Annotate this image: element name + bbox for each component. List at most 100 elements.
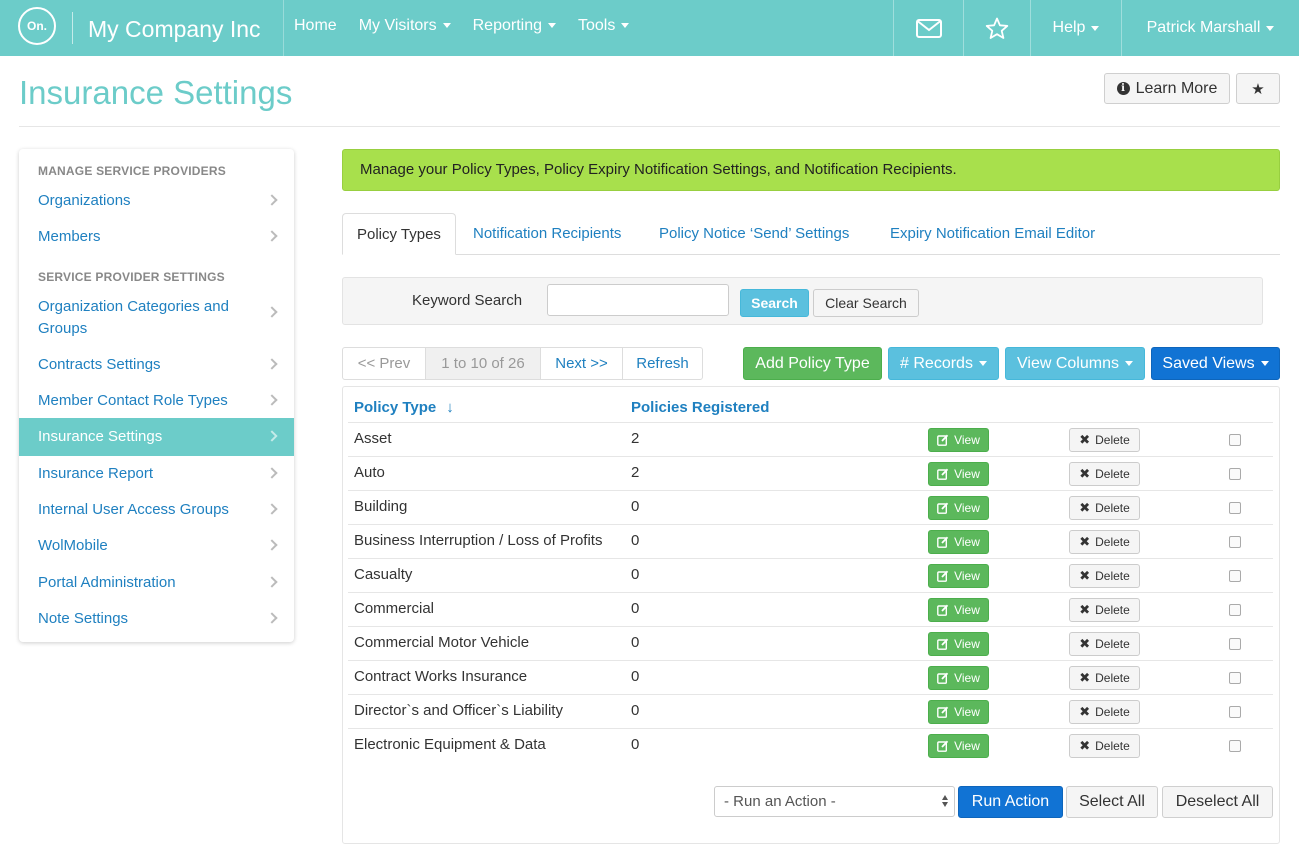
sidebar-item-label: Contracts Settings bbox=[38, 356, 161, 373]
row-select-checkbox[interactable] bbox=[1229, 468, 1241, 480]
column-header-policies-registered[interactable]: Policies Registered bbox=[631, 399, 769, 416]
view-button[interactable]: View bbox=[928, 632, 989, 656]
caret-down-icon bbox=[978, 361, 987, 367]
tab-policy-notice-send-settings[interactable]: Policy Notice ‘Send’ Settings bbox=[659, 213, 849, 255]
mail-button[interactable] bbox=[893, 0, 963, 56]
delete-button[interactable]: ✖ Delete bbox=[1069, 632, 1140, 656]
view-button[interactable]: View bbox=[928, 666, 989, 690]
delete-button[interactable]: ✖ Delete bbox=[1069, 428, 1140, 452]
sidebar-item-note-settings[interactable]: Note Settings bbox=[19, 608, 294, 630]
nav-my-visitors[interactable]: My Visitors bbox=[348, 0, 462, 56]
delete-button[interactable]: ✖ Delete bbox=[1069, 598, 1140, 622]
help-menu[interactable]: Help bbox=[1030, 0, 1121, 56]
close-x-icon: ✖ bbox=[1079, 500, 1091, 515]
refresh-button[interactable]: Refresh bbox=[622, 348, 702, 379]
view-button[interactable]: View bbox=[928, 462, 989, 486]
view-button[interactable]: View bbox=[928, 496, 989, 520]
view-button[interactable]: View bbox=[928, 530, 989, 554]
row-select-checkbox[interactable] bbox=[1229, 434, 1241, 446]
row-select-checkbox[interactable] bbox=[1229, 740, 1241, 752]
column-header-policy-type[interactable]: Policy Type ↓ bbox=[354, 399, 454, 416]
edit-icon bbox=[937, 740, 949, 752]
view-button[interactable]: View bbox=[928, 564, 989, 588]
delete-button[interactable]: ✖ Delete bbox=[1069, 530, 1140, 554]
sidebar-heading-manage: MANAGE SERVICE PROVIDERS bbox=[38, 164, 226, 178]
edit-icon bbox=[937, 570, 949, 582]
policy-type-name: Commercial Motor Vehicle bbox=[354, 634, 530, 651]
saved-views-dropdown[interactable]: Saved Views bbox=[1151, 347, 1280, 380]
row-select-checkbox[interactable] bbox=[1229, 638, 1241, 650]
records-label: # Records bbox=[900, 355, 973, 372]
help-label: Help bbox=[1052, 19, 1086, 36]
run-action-button[interactable]: Run Action bbox=[958, 786, 1063, 818]
delete-button[interactable]: ✖ Delete bbox=[1069, 496, 1140, 520]
chevron-right-icon bbox=[266, 358, 278, 370]
bookmark-star-button[interactable]: ★ bbox=[1236, 73, 1280, 104]
nav-home[interactable]: Home bbox=[283, 0, 348, 56]
view-label: View bbox=[954, 671, 980, 685]
view-button[interactable]: View bbox=[928, 700, 989, 724]
brand-name[interactable]: My Company Inc bbox=[88, 14, 261, 44]
delete-label: Delete bbox=[1095, 433, 1130, 447]
main-menu: Home My Visitors Reporting Tools bbox=[283, 0, 640, 56]
policy-type-name: Commercial bbox=[354, 600, 435, 617]
tab-policy-types[interactable]: Policy Types bbox=[342, 213, 456, 255]
user-menu[interactable]: Patrick Marshall bbox=[1121, 0, 1299, 56]
learn-more-label: Learn More bbox=[1135, 79, 1218, 97]
delete-button[interactable]: ✖ Delete bbox=[1069, 666, 1140, 690]
next-page-button[interactable]: Next >> bbox=[540, 348, 622, 379]
sidebar-item-label: Internal User Access Groups bbox=[38, 501, 229, 518]
sidebar-item-org-categories[interactable]: Organization Categories and Groups bbox=[19, 296, 294, 340]
view-columns-dropdown[interactable]: View Columns bbox=[1005, 347, 1145, 380]
nav-tools[interactable]: Tools bbox=[567, 0, 640, 56]
favorites-button[interactable] bbox=[963, 0, 1030, 56]
row-select-checkbox[interactable] bbox=[1229, 502, 1241, 514]
deselect-all-button[interactable]: Deselect All bbox=[1162, 786, 1273, 818]
row-select-checkbox[interactable] bbox=[1229, 672, 1241, 684]
row-select-checkbox[interactable] bbox=[1229, 536, 1241, 548]
view-button[interactable]: View bbox=[928, 428, 989, 452]
delete-button[interactable]: ✖ Delete bbox=[1069, 734, 1140, 758]
prev-page-button[interactable]: << Prev bbox=[343, 348, 425, 379]
select-all-button[interactable]: Select All bbox=[1066, 786, 1158, 818]
policies-registered-count: 2 bbox=[631, 464, 640, 481]
learn-more-button[interactable]: i Learn More bbox=[1104, 73, 1230, 104]
records-per-page-dropdown[interactable]: # Records bbox=[888, 347, 999, 380]
sidebar-item-contracts-settings[interactable]: Contracts Settings bbox=[19, 354, 294, 376]
row-select-checkbox[interactable] bbox=[1229, 604, 1241, 616]
table-row: Asset 2 View ✖ Delete bbox=[348, 422, 1273, 456]
search-button[interactable]: Search bbox=[740, 289, 809, 317]
delete-label: Delete bbox=[1095, 467, 1130, 481]
chevron-right-icon bbox=[266, 430, 278, 442]
sidebar-item-insurance-settings[interactable]: Insurance Settings bbox=[19, 418, 294, 456]
company-logo[interactable]: On. bbox=[18, 7, 56, 45]
delete-button[interactable]: ✖ Delete bbox=[1069, 700, 1140, 724]
nav-reporting[interactable]: Reporting bbox=[462, 0, 567, 56]
sidebar-item-portal-admin[interactable]: Portal Administration bbox=[19, 572, 294, 594]
run-action-select[interactable]: - Run an Action - bbox=[714, 786, 955, 817]
add-policy-type-button[interactable]: Add Policy Type bbox=[743, 347, 882, 380]
keyword-search-label: Keyword Search bbox=[412, 292, 523, 309]
sidebar-item-organizations[interactable]: Organizations bbox=[19, 190, 294, 212]
tab-expiry-email-editor[interactable]: Expiry Notification Email Editor bbox=[890, 213, 1095, 255]
tab-notification-recipients[interactable]: Notification Recipients bbox=[473, 213, 621, 255]
row-select-checkbox[interactable] bbox=[1229, 570, 1241, 582]
sidebar-item-wolmobile[interactable]: WolMobile bbox=[19, 535, 294, 557]
sidebar-item-members[interactable]: Members bbox=[19, 226, 294, 248]
view-button[interactable]: View bbox=[928, 734, 989, 758]
keyword-search-input[interactable] bbox=[547, 284, 729, 316]
nav-my-visitors-label: My Visitors bbox=[358, 17, 437, 34]
row-select-checkbox[interactable] bbox=[1229, 706, 1241, 718]
view-label: View bbox=[954, 569, 980, 583]
delete-button[interactable]: ✖ Delete bbox=[1069, 564, 1140, 588]
sidebar-item-contact-role-types[interactable]: Member Contact Role Types bbox=[19, 390, 294, 412]
delete-button[interactable]: ✖ Delete bbox=[1069, 462, 1140, 486]
view-button[interactable]: View bbox=[928, 598, 989, 622]
edit-icon bbox=[937, 638, 949, 650]
chevron-right-icon bbox=[266, 503, 278, 515]
sidebar-item-access-groups[interactable]: Internal User Access Groups bbox=[19, 499, 294, 521]
policies-registered-count: 0 bbox=[631, 532, 640, 549]
clear-search-button[interactable]: Clear Search bbox=[813, 289, 919, 317]
sidebar-item-insurance-report[interactable]: Insurance Report bbox=[19, 463, 294, 485]
policy-type-name: Asset bbox=[354, 430, 392, 447]
